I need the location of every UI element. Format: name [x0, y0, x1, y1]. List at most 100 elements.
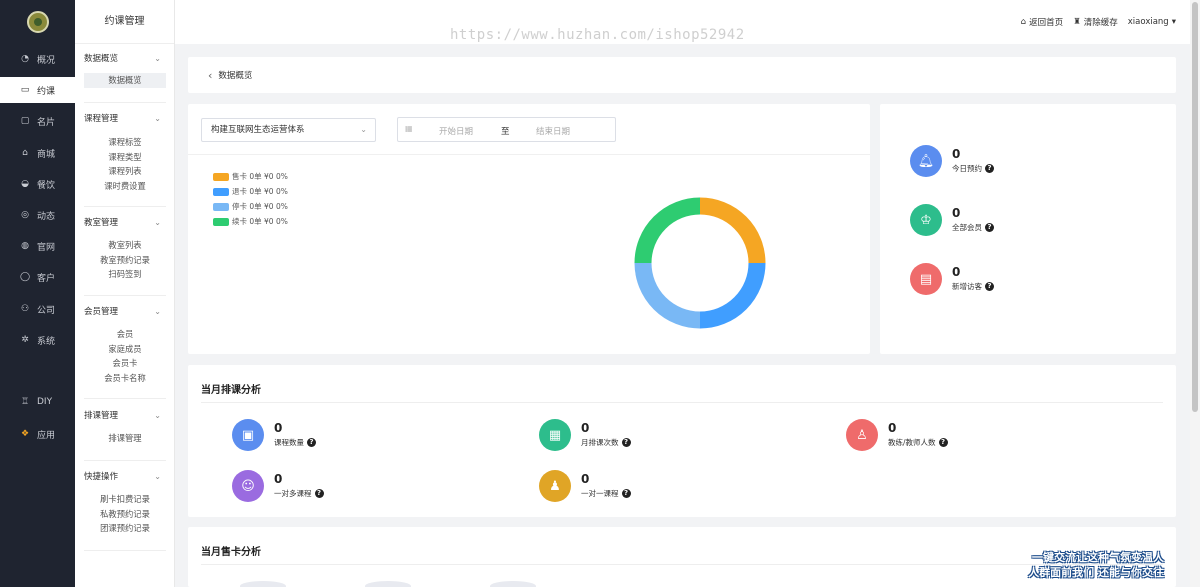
- nav-item-apps[interactable]: ❖ 应用: [0, 421, 75, 447]
- help-icon[interactable]: ?: [985, 223, 994, 232]
- group-header[interactable]: 排课管理 ⌄: [75, 409, 175, 423]
- sidebar-item[interactable]: 会员: [75, 327, 175, 342]
- sidebar-item-data-overview[interactable]: 数据概览: [84, 73, 166, 88]
- sidebar-item[interactable]: 排课管理: [75, 431, 175, 446]
- dashboard-icon: ◔: [21, 54, 29, 64]
- sidebar-item[interactable]: 课程列表: [75, 164, 175, 179]
- user-menu[interactable]: xiaoxiang ▾: [1128, 16, 1176, 28]
- home-link[interactable]: ⌂ 返回首页: [1021, 16, 1063, 28]
- trophy-icon: ♜: [1073, 17, 1081, 27]
- chevron-down-icon: ⌄: [154, 218, 161, 227]
- sidebar-item[interactable]: 课程类型: [75, 150, 175, 165]
- scrollbar[interactable]: [1190, 0, 1200, 587]
- legend-item[interactable]: 停卡 0单 ¥0 0%: [213, 199, 288, 214]
- legend-swatch: [213, 217, 229, 226]
- sidebar-item[interactable]: 教室列表: [75, 238, 175, 253]
- logo[interactable]: [26, 11, 49, 33]
- stat-private-course: ♟ 0 一对一课程?: [539, 470, 779, 504]
- sidebar-item[interactable]: 会员卡: [75, 356, 175, 371]
- sidebar-item[interactable]: 私教预约记录: [75, 507, 175, 522]
- home-icon: ⌂: [1020, 17, 1027, 27]
- placeholder-circle: [365, 581, 411, 587]
- person-icon: ♟: [539, 470, 571, 502]
- help-icon[interactable]: ?: [985, 282, 994, 291]
- legend-label: 售卡 0单 ¥0 0%: [232, 172, 288, 181]
- help-icon[interactable]: ?: [985, 164, 994, 173]
- help-icon[interactable]: ?: [307, 438, 316, 447]
- help-icon[interactable]: ?: [621, 489, 631, 498]
- legend-item[interactable]: 退卡 0单 ¥0 0%: [213, 184, 288, 199]
- sidebar-item[interactable]: 课时费设置: [75, 179, 175, 194]
- clear-cache-link[interactable]: ♜ 清除缓存: [1073, 16, 1118, 28]
- nav-item-company[interactable]: ⚇ 公司: [0, 296, 75, 322]
- sidebar-title: 约课管理: [75, 0, 174, 44]
- divider: [84, 102, 166, 103]
- nav-item-customer[interactable]: ◯ 客户: [0, 264, 75, 290]
- nav-item-booking[interactable]: ▭ 约课: [0, 77, 75, 103]
- divider: [84, 550, 166, 551]
- group-header[interactable]: 数据概览 ⌄: [75, 52, 175, 66]
- shop-icon: ⌂: [22, 148, 28, 158]
- scrollbar-thumb[interactable]: [1192, 2, 1198, 412]
- help-icon[interactable]: ?: [938, 438, 948, 447]
- nav-item-website[interactable]: ◍ 官网: [0, 233, 75, 259]
- donut-slice[interactable]: [634, 262, 701, 329]
- placeholder-circle: [240, 581, 286, 587]
- legend-swatch: [213, 202, 229, 211]
- placeholder-circle: [490, 581, 536, 587]
- donut-slice[interactable]: [634, 197, 701, 264]
- nav-item-card[interactable]: ▢ 名片: [0, 108, 75, 134]
- help-icon[interactable]: ?: [314, 489, 324, 498]
- help-icon[interactable]: ?: [621, 438, 631, 447]
- stat-monthly-sessions: ▦ 0 月排课次数?: [539, 419, 779, 453]
- apps-icon: ❖: [20, 429, 30, 439]
- group-header[interactable]: 课程管理 ⌄: [75, 112, 175, 126]
- end-date-input[interactable]: 结束日期: [536, 125, 570, 137]
- sidebar-item[interactable]: 扫码签到: [75, 267, 175, 282]
- nav-item-overview[interactable]: ◔ 概况: [0, 46, 75, 72]
- group-quick-actions: 快捷操作 ⌄ 刷卡扣费记录 私教预约记录 团课预约记录: [75, 470, 175, 536]
- breadcrumb: ‹ 数据概览: [188, 57, 1176, 93]
- sidebar-item[interactable]: 课程标签: [75, 135, 175, 150]
- nav-item-feed[interactable]: ◎ 动态: [0, 202, 75, 228]
- chevron-left-icon[interactable]: ‹: [208, 69, 212, 82]
- legend-item[interactable]: 续卡 0单 ¥0 0%: [213, 214, 288, 229]
- divider: [84, 295, 166, 296]
- group-header[interactable]: 会员管理 ⌄: [75, 305, 175, 319]
- sidebar-item[interactable]: 会员卡名称: [75, 371, 175, 386]
- stat-all-members: ♔ 0 全部会员?: [910, 204, 1150, 238]
- id-card-icon: ▤: [910, 263, 942, 295]
- chevron-down-icon: ⌄: [154, 54, 161, 63]
- book-icon: ▣: [232, 419, 264, 451]
- group-schedule: 排课管理 ⌄ 排课管理: [75, 409, 175, 446]
- donut-slice[interactable]: [699, 197, 766, 264]
- watermark: https://www.huzhan.com/ishop52942: [450, 27, 745, 43]
- legend-item[interactable]: 售卡 0单 ¥0 0%: [213, 169, 288, 184]
- section-title: 当月排课分析: [201, 385, 261, 396]
- legend-swatch: [213, 187, 229, 196]
- group-header[interactable]: 快捷操作 ⌄: [75, 470, 175, 484]
- nav-item-diy[interactable]: ♖ DIY: [0, 389, 75, 415]
- sidebar-item[interactable]: 教室预约记录: [75, 253, 175, 268]
- calendar-grid-icon: ▦: [539, 419, 571, 451]
- sidebar-item[interactable]: 刷卡扣费记录: [75, 492, 175, 507]
- sidebar-item[interactable]: 团课预约记录: [75, 521, 175, 536]
- secondary-sidebar: 约课管理 数据概览 ⌄ 数据概览 课程管理 ⌄ 课程标签 课程类型 课程列表 课时费…: [75, 0, 175, 587]
- card-icon: ▢: [20, 116, 30, 126]
- nav-item-food[interactable]: ◒ 餐饮: [0, 171, 75, 197]
- divider: [84, 460, 166, 461]
- diy-icon: ♖: [20, 397, 30, 407]
- divider: [201, 402, 1163, 403]
- donut-slice[interactable]: [699, 262, 766, 329]
- card-sales-chart: 构建互联网生态运营体系 ⌄ ▦ 开始日期 至 结束日期 售卡 0单 ¥0 0% 退…: [188, 104, 870, 354]
- calendar-icon: ▭: [20, 85, 30, 95]
- start-date-input[interactable]: 开始日期: [439, 125, 473, 137]
- nav-item-system[interactable]: ✲ 系统: [0, 327, 75, 353]
- group-header[interactable]: 教室管理 ⌄: [75, 216, 175, 230]
- system-select[interactable]: 构建互联网生态运营体系 ⌄: [201, 118, 376, 142]
- group-icon: ☺: [232, 470, 264, 502]
- stat-today-booking: 🔔︎ 0 今日预约?: [910, 145, 1150, 179]
- nav-item-shop[interactable]: ⌂ 商城: [0, 140, 75, 166]
- sidebar-item[interactable]: 家庭成员: [75, 342, 175, 357]
- date-range-picker[interactable]: ▦ 开始日期 至 结束日期: [397, 117, 616, 142]
